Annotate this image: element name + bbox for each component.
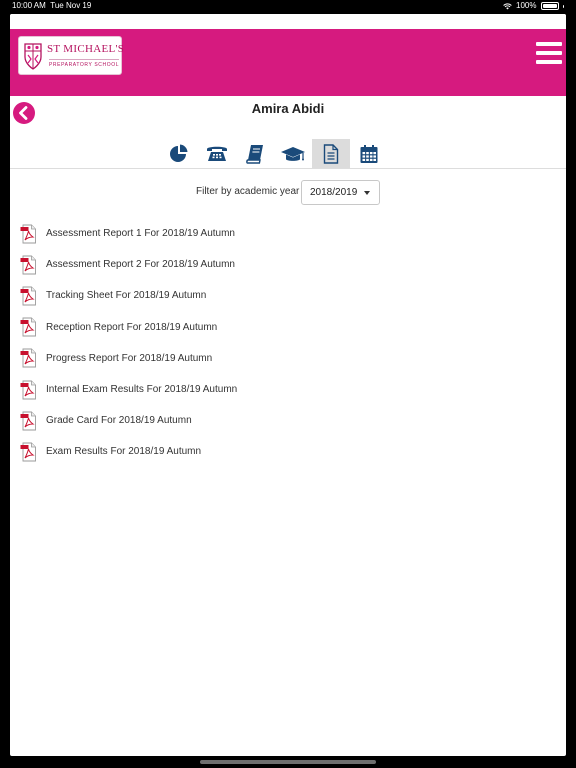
tab-contacts[interactable] <box>198 139 236 169</box>
tab-calendar[interactable] <box>350 139 388 169</box>
report-label: Progress Report For 2018/19 Autumn <box>46 352 213 364</box>
graduation-cap-icon <box>281 147 305 161</box>
battery-icon <box>540 2 559 10</box>
phone-icon <box>207 146 227 161</box>
status-date: Tue Nov 19 <box>50 1 92 10</box>
status-bar: 10:00 AM Tue Nov 19 100% <box>0 0 576 12</box>
pdf-file-icon <box>20 380 36 399</box>
report-label: Exam Results For 2018/19 Autumn <box>46 446 202 458</box>
report-label: Internal Exam Results For 2018/19 Autumn <box>46 384 238 396</box>
report-item[interactable]: Reception Report For 2018/19 Autumn <box>20 312 237 343</box>
pie-chart-icon <box>170 144 188 162</box>
pdf-file-icon <box>20 286 36 306</box>
report-label: Assessment Report 1 For 2018/19 Autumn <box>46 228 235 240</box>
document-icon <box>323 144 339 164</box>
wifi-icon <box>503 2 512 9</box>
report-label: Grade Card For 2018/19 Autumn <box>46 415 192 427</box>
menu-bar-icon <box>536 42 562 46</box>
pdf-file-icon <box>20 411 36 431</box>
menu-bar-icon <box>536 60 562 64</box>
pdf-file-icon <box>20 442 36 462</box>
filter-label: Filter by academic year <box>196 186 300 197</box>
tab-reports[interactable] <box>312 139 350 169</box>
pdf-file-icon <box>20 317 36 337</box>
section-tabs <box>160 139 388 169</box>
status-clock: 10:00 AM <box>12 1 46 10</box>
app-screen: ST MICHAEL'S PREPARATORY SCHOOL Amira Ab… <box>10 14 566 756</box>
report-label: Assessment Report 2 For 2018/19 Autumn <box>46 259 235 271</box>
tab-academics[interactable] <box>274 139 312 169</box>
app-header: ST MICHAEL'S PREPARATORY SCHOOL <box>10 29 566 96</box>
book-icon <box>246 145 263 164</box>
report-item[interactable]: Grade Card For 2018/19 Autumn <box>20 405 237 436</box>
selected-year: 2018/2019 <box>310 187 358 198</box>
pdf-file-icon <box>20 255 36 275</box>
report-item[interactable]: Exam Results For 2018/19 Autumn <box>20 436 237 467</box>
status-indicators: 100% <box>503 0 564 12</box>
reports-list: Assessment Report 1 For 2018/19 Autumn As… <box>20 218 237 468</box>
pdf-file-icon <box>20 224 36 244</box>
academic-year-select[interactable]: 2018/2019 <box>301 180 380 205</box>
school-crest-icon <box>24 43 42 70</box>
calendar-icon <box>360 145 378 163</box>
logo-school-subtitle: PREPARATORY SCHOOL <box>49 59 120 68</box>
report-item[interactable]: Assessment Report 2 For 2018/19 Autumn <box>20 249 237 280</box>
pdf-file-icon <box>20 348 36 368</box>
status-time: 10:00 AM Tue Nov 19 <box>12 0 91 12</box>
battery-percent: 100% <box>516 1 537 10</box>
menu-bar-icon <box>536 51 562 55</box>
report-item[interactable]: Progress Report For 2018/19 Autumn <box>20 343 237 374</box>
battery-nub <box>562 4 564 8</box>
top-spacer <box>10 14 566 29</box>
hamburger-menu-button[interactable] <box>536 42 562 66</box>
report-label: Reception Report For 2018/19 Autumn <box>46 321 218 333</box>
tab-overview[interactable] <box>160 139 198 169</box>
report-item[interactable]: Internal Exam Results For 2018/19 Autumn <box>20 374 237 405</box>
school-logo[interactable]: ST MICHAEL'S PREPARATORY SCHOOL <box>18 36 125 75</box>
report-item[interactable]: Assessment Report 1 For 2018/19 Autumn <box>20 218 237 249</box>
logo-school-name: ST MICHAEL'S <box>47 43 125 55</box>
report-item[interactable]: Tracking Sheet For 2018/19 Autumn <box>20 280 237 311</box>
report-label: Tracking Sheet For 2018/19 Autumn <box>46 290 207 302</box>
home-indicator[interactable] <box>200 760 376 764</box>
student-name-heading: Amira Abidi <box>251 101 325 116</box>
tabs-divider <box>10 168 566 169</box>
caret-down-icon <box>364 191 370 195</box>
tab-homework[interactable] <box>236 139 274 169</box>
